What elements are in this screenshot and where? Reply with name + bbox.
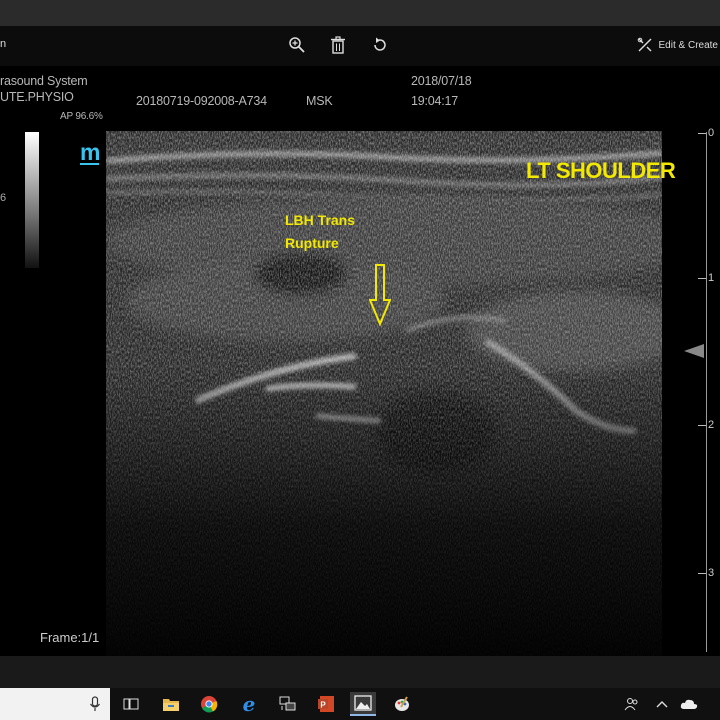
exam-preset: MSK [306,94,333,108]
depth-tick [698,278,706,279]
depth-tick [698,425,706,426]
grayscale-bar [25,132,39,268]
exam-date: 2018/07/18 [411,74,472,88]
finding-label-line2: Rupture [285,235,339,251]
exam-time: 19:04:17 [411,94,459,108]
toolbar-left-text: n [0,38,7,50]
arrow-down-icon [369,264,391,326]
ultrasound-image-viewer: rasound System UTE.PHYSIO AP 96.6% 20180… [0,66,720,656]
file-explorer-icon[interactable] [158,692,184,716]
photo-viewer-toolbar: n Edit & Create [0,26,720,66]
institute-name: UTE.PHYSIO [0,90,74,104]
people-icon[interactable] [619,692,645,716]
edit-icon [637,37,652,52]
patient-id: 20180719-092008-A734 [136,94,267,108]
taskbar-search-box[interactable] [0,688,110,720]
task-view-icon[interactable] [118,692,144,716]
depth-tick [698,133,706,134]
rotate-icon[interactable] [369,34,391,56]
microphone-icon[interactable] [89,696,101,712]
viewer-status-bar [0,656,720,688]
system-name: rasound System [0,74,88,88]
network-icon[interactable] [275,692,301,716]
chrome-icon[interactable] [196,692,222,716]
grayscale-value: 6 [0,192,7,204]
powerpoint-icon[interactable]: P [313,692,339,716]
depth-label: 2 [708,419,715,431]
ultrasound-scan [106,131,662,656]
manufacturer-logo: m [80,139,100,165]
paint-icon[interactable] [389,692,415,716]
photos-icon[interactable] [350,692,376,716]
chevron-up-icon[interactable] [649,692,675,716]
edit-create-label: Edit & Create [658,39,718,51]
acoustic-power: AP 96.6% [60,111,103,122]
frame-counter: Frame:1/1 [40,630,100,645]
finding-label-line1: LBH Trans [285,212,356,228]
depth-scale-line [706,132,707,652]
edit-create-button[interactable]: Edit & Create [637,34,718,56]
edge-icon[interactable]: e [236,692,262,716]
focus-marker-icon [684,344,704,358]
depth-label: 0 [708,127,715,139]
depth-label: 1 [708,272,715,284]
cloud-icon[interactable] [676,692,702,716]
depth-label: 3 [708,567,715,579]
window-title-bar [0,0,720,26]
trash-icon[interactable] [327,34,349,56]
depth-tick [698,573,706,574]
windows-taskbar: e P [0,688,720,720]
svg-text:P: P [320,701,326,710]
location-label: LT SHOULDER [526,158,676,183]
zoom-in-icon[interactable] [286,34,308,56]
